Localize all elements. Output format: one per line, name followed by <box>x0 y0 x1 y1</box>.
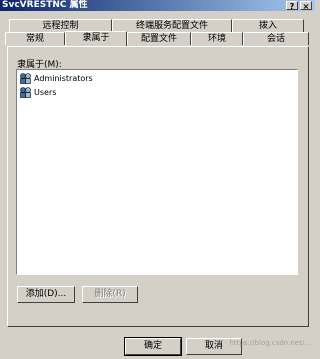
group-icon <box>20 87 31 98</box>
tab-member-of[interactable]: 隶属于 <box>65 31 127 46</box>
tab-label: 拨入 <box>258 21 277 31</box>
tab-label: 配置文件 <box>140 34 177 44</box>
tab-label: 常规 <box>25 34 44 44</box>
watermark: https://blog.csdn.net/... <box>229 339 311 347</box>
tab-label: 环境 <box>207 34 226 44</box>
tab-profile[interactable]: 配置文件 <box>127 32 191 45</box>
list-item[interactable]: Users <box>19 86 56 99</box>
help-button[interactable]: ? <box>286 1 298 11</box>
group-name: Users <box>34 88 57 97</box>
list-item[interactable]: Administrators <box>19 72 93 85</box>
tab-label: 会话 <box>266 34 285 44</box>
ok-button[interactable]: 确定 <box>124 337 182 356</box>
tab-dial-in[interactable]: 拨入 <box>232 19 304 32</box>
remove-button[interactable]: 删除(R) <box>82 286 138 303</box>
tab-label: 远程控制 <box>42 21 79 31</box>
add-button[interactable]: 添加(D)... <box>17 286 75 303</box>
tab-label: 隶属于 <box>82 33 110 43</box>
tab-general[interactable]: 常规 <box>5 32 65 45</box>
group-icon <box>20 73 31 84</box>
window-title: SvcVRESTNC 属性 <box>2 0 88 10</box>
tab-label: 终端服务配置文件 <box>135 21 208 31</box>
member-of-list[interactable]: Administrators Users <box>16 69 298 275</box>
tab-terminal-services-profile[interactable]: 终端服务配置文件 <box>112 19 232 32</box>
tab-sessions[interactable]: 会话 <box>243 32 309 45</box>
window-titlebar[interactable]: SvcVRESTNC 属性 ? × <box>0 0 315 11</box>
tab-environment[interactable]: 环境 <box>191 32 243 45</box>
close-button[interactable]: × <box>300 1 312 11</box>
group-name: Administrators <box>34 74 93 83</box>
